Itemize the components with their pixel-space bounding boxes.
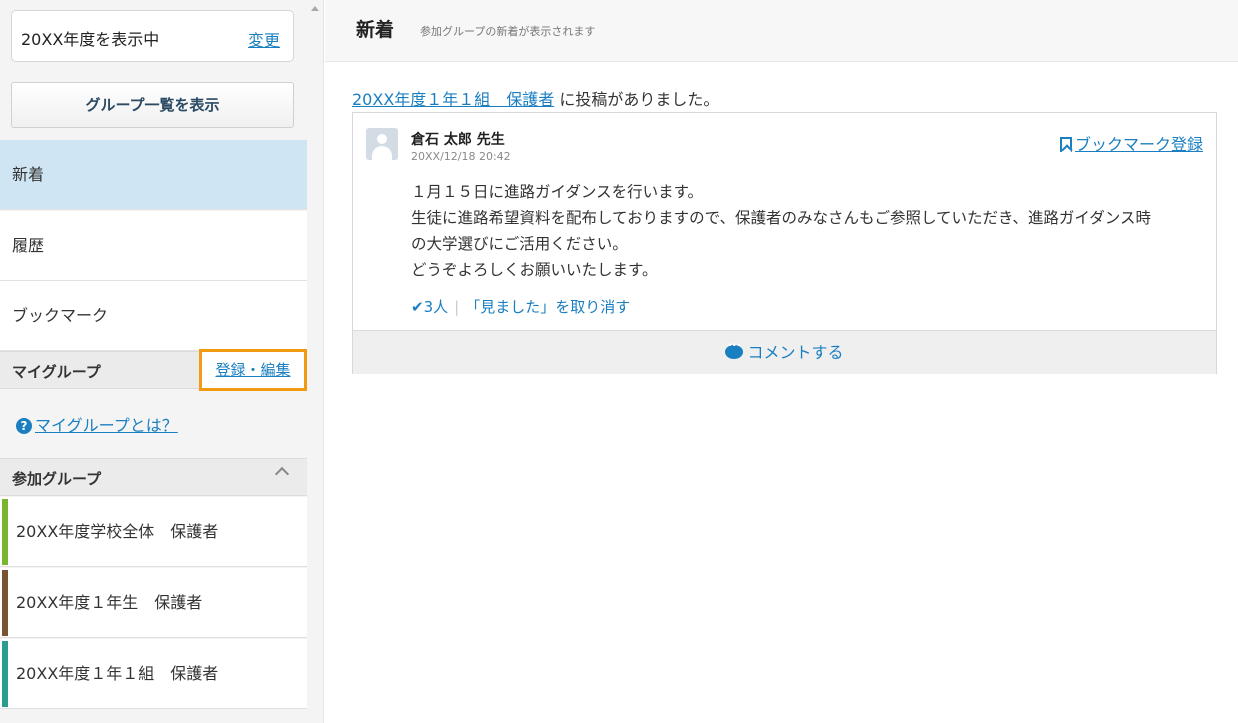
year-selector: 20XX年度を表示中 変更 xyxy=(11,10,294,62)
check-icon: ✔ xyxy=(411,298,424,316)
my-group-edit-link[interactable]: 登録・編集 xyxy=(199,349,307,391)
undo-seen-link[interactable]: 「見ました」を取り消す xyxy=(465,298,630,316)
comment-icon xyxy=(725,332,744,359)
divider: | xyxy=(454,298,460,316)
group-list-button[interactable]: グループ一覧を表示 xyxy=(11,82,294,128)
seen-count[interactable]: 3人 xyxy=(424,298,449,316)
sidebar-item-history[interactable]: 履歴 xyxy=(0,211,307,281)
post-group-link[interactable]: 20XX年度１年１組 保護者 xyxy=(352,90,554,109)
sidebar-item-new[interactable]: 新着 xyxy=(0,140,307,210)
group-item-label: 20XX年度学校全体 保護者 xyxy=(16,522,219,541)
sidebar: 20XX年度を表示中 変更 グループ一覧を表示 新着 履歴 ブックマーク マイグ… xyxy=(0,0,307,723)
post-author: 倉石 太郎 先生 xyxy=(411,132,505,148)
sidebar-item-bookmark[interactable]: ブックマーク xyxy=(0,281,307,351)
page-subtitle: 参加グループの新着が表示されます xyxy=(420,25,596,38)
scroll-up-icon[interactable] xyxy=(311,6,319,11)
post-body: １月１５日に進路ガイダンスを行います。 生徒に進路希望資料を配布しておりますので… xyxy=(411,179,1201,283)
bookmark-button[interactable]: ブックマーク登録 xyxy=(1059,131,1203,155)
sidebar-scrollbar[interactable] xyxy=(307,0,324,723)
group-color-bar xyxy=(2,641,8,707)
main-header: 新着 参加グループの新着が表示されます xyxy=(325,0,1238,62)
group-item-label: 20XX年度１年１組 保護者 xyxy=(16,664,219,683)
joined-groups-header[interactable]: 参加グループ xyxy=(0,458,307,496)
group-item-school[interactable]: 20XX年度学校全体 保護者 xyxy=(0,497,307,567)
avatar xyxy=(366,128,398,160)
seen-row: ✔3人 | 「見ました」を取り消す xyxy=(411,296,630,317)
post-body-line: 生徒に進路希望資料を配布しておりますので、保護者のみなさんもご参照していただき、… xyxy=(411,209,1151,227)
post-card: 倉石 太郎 先生 20XX/12/18 20:42 ブックマーク登録 １月１５日… xyxy=(352,112,1217,374)
user-icon xyxy=(377,134,387,144)
group-item-grade1[interactable]: 20XX年度１年生 保護者 xyxy=(0,568,307,638)
post-date: 20XX/12/18 20:42 xyxy=(411,150,511,163)
page-title: 新着 xyxy=(356,19,395,41)
my-group-title: マイグループ xyxy=(12,363,101,381)
comment-button[interactable]: コメントする xyxy=(353,330,1216,374)
app: 20XX年度を表示中 変更 グループ一覧を表示 新着 履歴 ブックマーク マイグ… xyxy=(0,0,1238,723)
joined-groups-title: 参加グループ xyxy=(12,470,102,488)
question-icon: ? xyxy=(16,418,32,434)
post-body-line: の大学選びにご活用ください。 xyxy=(411,235,628,253)
group-item-label: 20XX年度１年生 保護者 xyxy=(16,593,203,612)
change-year-link[interactable]: 変更 xyxy=(248,27,280,51)
post-body-line: １月１５日に進路ガイダンスを行います。 xyxy=(411,183,704,201)
my-group-help[interactable]: ? マイグループとは？ xyxy=(16,412,178,436)
comment-label: コメントする xyxy=(747,343,844,362)
post-notice: 20XX年度１年１組 保護者 に投稿がありました。 xyxy=(352,86,719,110)
bookmark-label: ブックマーク登録 xyxy=(1074,135,1203,154)
year-display: 20XX年度を表示中 xyxy=(21,30,160,49)
post-body-line: どうぞよろしくお願いいたします。 xyxy=(411,261,658,279)
user-icon-body xyxy=(372,146,392,160)
chevron-up-icon[interactable] xyxy=(274,466,290,482)
group-color-bar xyxy=(2,499,8,565)
post-notice-text: に投稿がありました。 xyxy=(554,90,720,109)
main-content: 新着 参加グループの新着が表示されます 20XX年度１年１組 保護者 に投稿があ… xyxy=(325,0,1238,723)
bookmark-icon xyxy=(1059,137,1072,152)
group-item-class1[interactable]: 20XX年度１年１組 保護者 xyxy=(0,639,307,709)
my-group-help-link[interactable]: マイグループとは？ xyxy=(35,416,178,435)
group-color-bar xyxy=(2,570,8,636)
